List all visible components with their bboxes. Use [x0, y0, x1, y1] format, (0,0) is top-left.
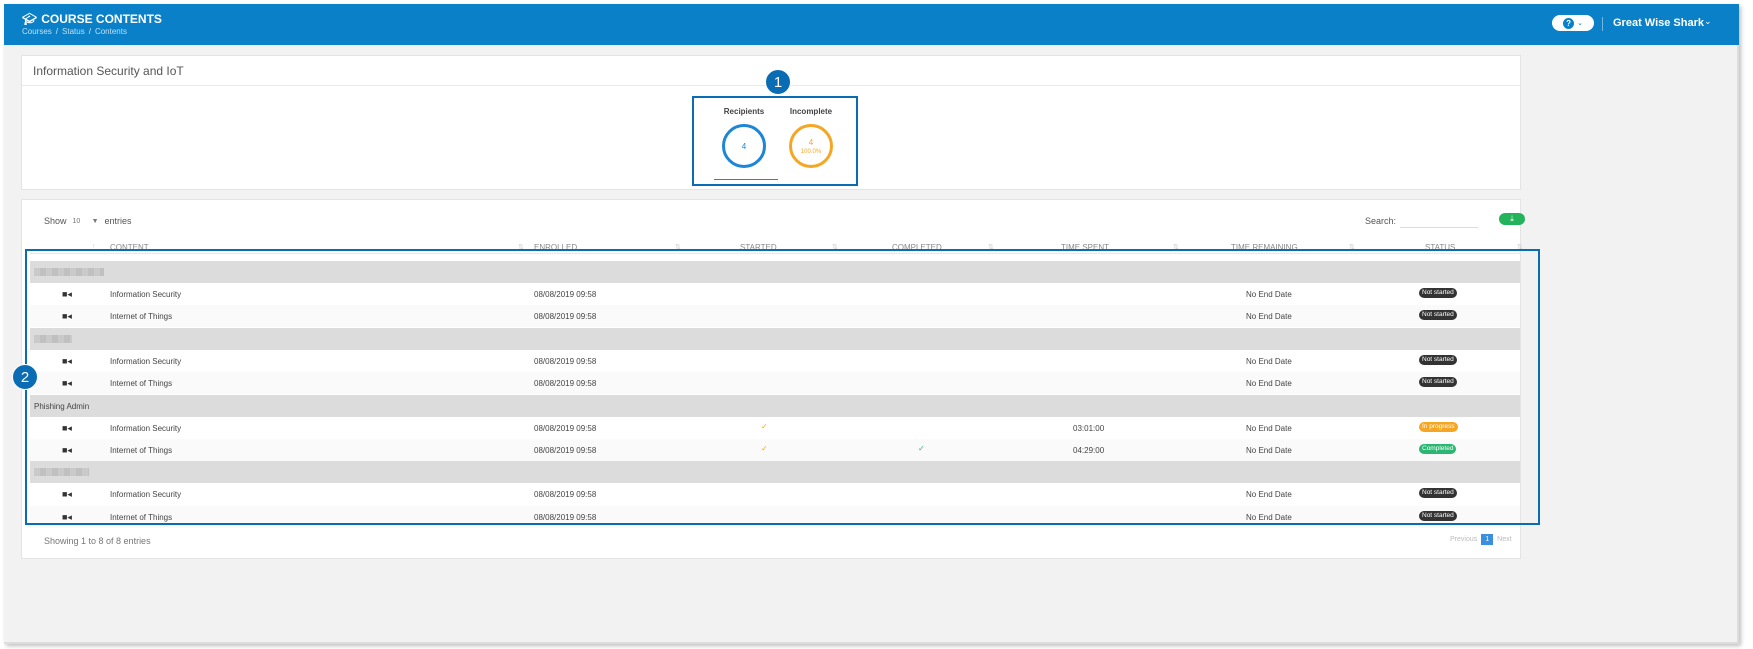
course-title: Information Security and IoT: [33, 64, 184, 78]
chevron-down-icon[interactable]: ⌄: [1704, 16, 1712, 27]
breadcrumb-status[interactable]: Status: [62, 27, 85, 36]
top-bar: 🎓︎ COURSE CONTENTS Courses / Status / Co…: [4, 4, 1739, 45]
table-info: Showing 1 to 8 of 8 entries: [44, 536, 151, 546]
page-1-button[interactable]: 1: [1481, 534, 1494, 545]
user-menu[interactable]: Great Wise Shark: [1613, 17, 1704, 29]
graduation-cap-icon: 🎓︎: [22, 12, 38, 26]
callout-box-stats: [692, 96, 858, 186]
breadcrumb: Courses / Status / Contents: [22, 27, 127, 36]
search-control: Search:: [1365, 216, 1479, 228]
chevron-down-icon: ⌄: [1577, 20, 1583, 27]
breadcrumb-contents[interactable]: Contents: [95, 27, 127, 36]
callout-marker-1: 1: [765, 69, 791, 95]
download-button[interactable]: ⤓: [1499, 213, 1525, 225]
help-icon: ?: [1563, 17, 1575, 29]
help-button[interactable]: ? ⌄: [1552, 15, 1594, 31]
page-size-control: Show 10 ▼ entries: [44, 216, 132, 226]
search-input[interactable]: [1400, 216, 1479, 228]
page-size-select[interactable]: 10 ▼: [73, 218, 99, 225]
caret-down-icon: ▼: [91, 217, 99, 225]
breadcrumb-courses[interactable]: Courses: [22, 27, 52, 36]
callout-marker-2: 2: [12, 364, 38, 390]
pagination: Previous 1 Next: [1450, 534, 1512, 545]
next-page-button[interactable]: Next: [1497, 536, 1511, 543]
download-icon: ⤓: [1510, 214, 1514, 223]
previous-page-button[interactable]: Previous: [1450, 536, 1477, 543]
callout-box-table: [25, 249, 1540, 525]
page-title: 🎓︎ COURSE CONTENTS: [22, 12, 162, 26]
